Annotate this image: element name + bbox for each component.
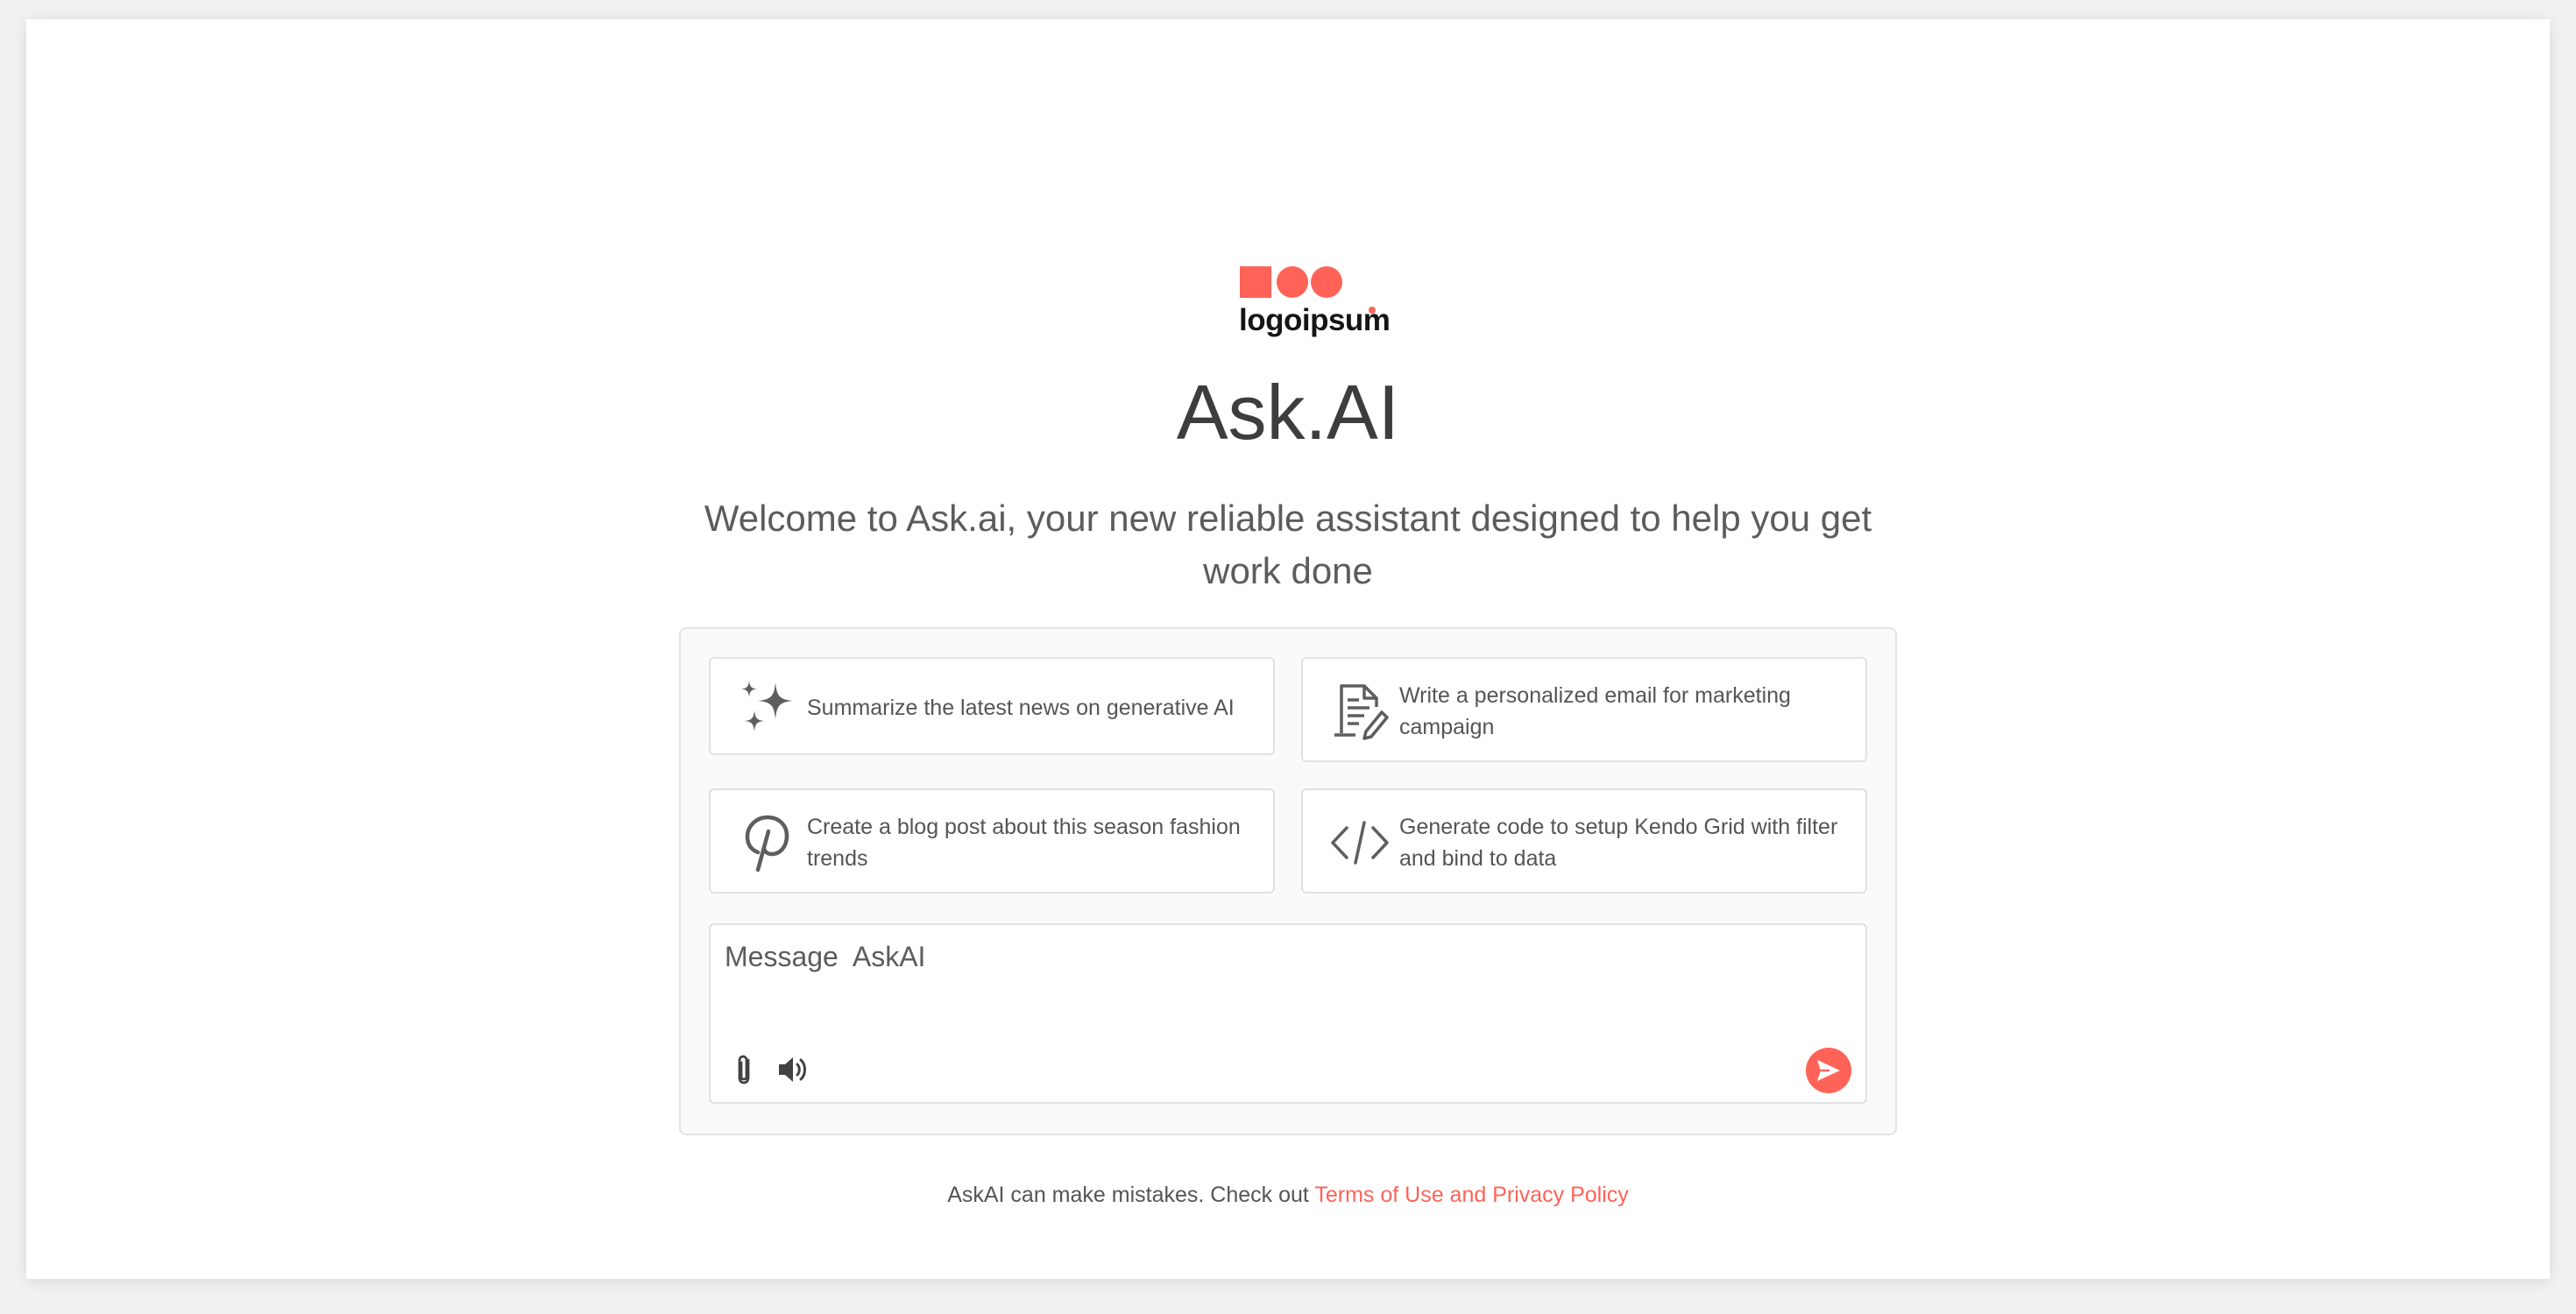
logo-mark — [1240, 266, 1342, 298]
suggestion-card-summarize[interactable]: Summarize the latest news on generative … — [709, 657, 1275, 755]
send-icon — [1817, 1060, 1840, 1081]
suggestion-text: Generate code to setup Kendo Grid with f… — [1399, 815, 1838, 871]
attach-button[interactable] — [725, 1049, 765, 1090]
message-input[interactable] — [725, 937, 1820, 1016]
send-button[interactable] — [1806, 1048, 1851, 1093]
suggestion-text: Write a personalized email for marketing… — [1399, 683, 1791, 739]
app-window: logoipsum Ask.AI Welcome to Ask.ai, your… — [26, 19, 2550, 1279]
welcome-subtitle: Welcome to Ask.ai, your new reliable ass… — [704, 498, 1872, 591]
document-edit-icon — [1334, 684, 1389, 740]
page-title: Ask.AI — [1176, 369, 1400, 456]
suggestion-card-blog[interactable]: Create a blog post about this season fas… — [709, 788, 1275, 894]
sparkles-icon — [741, 681, 793, 731]
suggestion-card-email[interactable]: Write a personalized email for marketing… — [1301, 657, 1867, 762]
paperclip-icon — [738, 1055, 750, 1084]
code-icon — [1331, 821, 1389, 865]
terms-privacy-link[interactable]: Terms of Use and Privacy Policy — [1314, 1183, 1628, 1207]
voice-button[interactable] — [774, 1049, 814, 1090]
speaker-icon — [779, 1057, 806, 1082]
suggestion-card-code[interactable]: Generate code to setup Kendo Grid with f… — [1301, 788, 1867, 894]
disclaimer: AskAI can make mistakes. Check out Terms… — [26, 1183, 2550, 1208]
prompt-panel: Summarize the latest news on generative … — [679, 627, 1897, 1135]
pinterest-icon — [745, 815, 789, 872]
logo-text: logoipsum — [1239, 303, 1391, 337]
suggestion-text: Create a blog post about this season fas… — [807, 815, 1241, 871]
disclaimer-text: AskAI can make mistakes. Check out — [947, 1183, 1315, 1207]
logo-dot — [1369, 307, 1376, 314]
message-composer — [709, 923, 1867, 1104]
suggestion-text: Summarize the latest news on generative … — [807, 696, 1235, 720]
logo: logoipsum — [1213, 254, 1391, 350]
